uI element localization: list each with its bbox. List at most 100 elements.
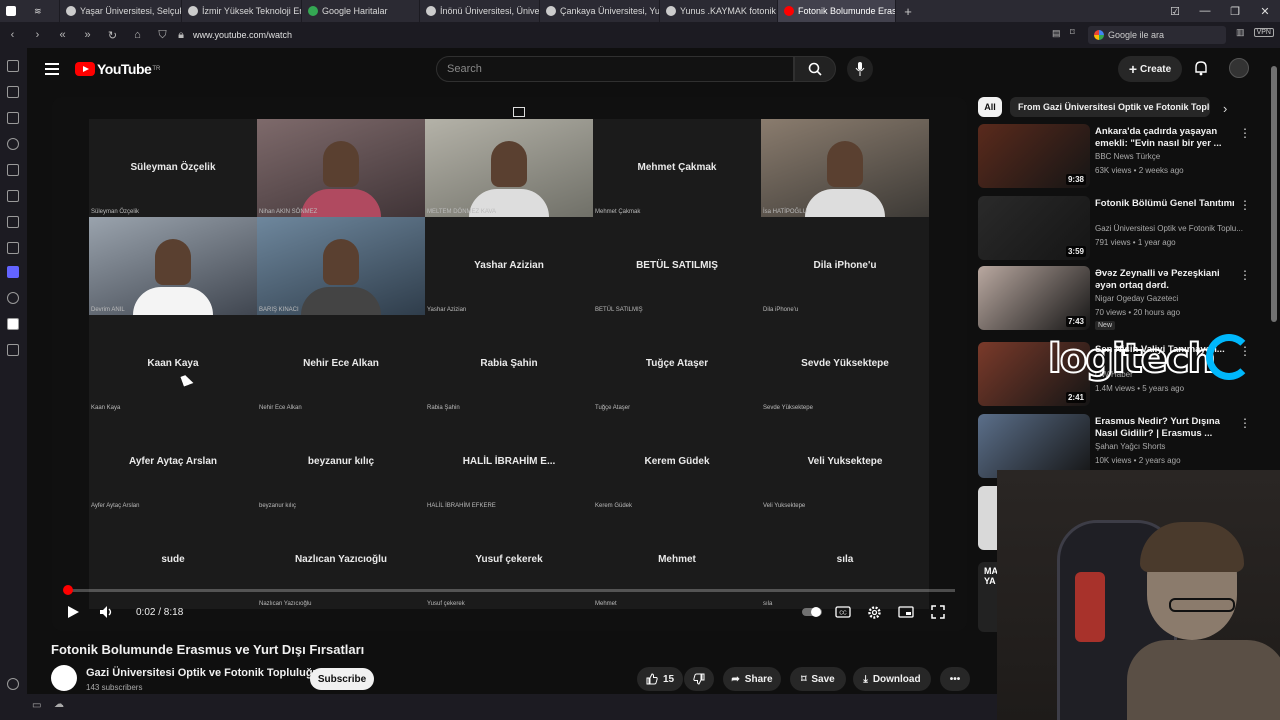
share-button[interactable]: ➦ Share [723,667,781,691]
miniplayer-icon[interactable] [897,603,915,621]
channel-name[interactable]: Gazi Üniversitesi Optik ve Fotonik Toplu… [86,667,319,679]
volume-icon[interactable] [98,603,116,621]
more-actions-button[interactable]: ••• [940,667,970,691]
bookmark-icon[interactable]: ⌑ [1070,27,1075,38]
notifications-bell-icon[interactable] [1193,60,1209,76]
voice-search-button[interactable] [847,56,873,82]
rewind-icon[interactable]: « [50,29,75,41]
fast-forward-icon[interactable]: » [75,29,100,41]
calendar-icon[interactable] [7,190,19,202]
recommended-title[interactable]: Əvəz Zeynalli və Pezeşkiani əyən ortaq d… [1095,268,1235,292]
partial-thumbnail-text[interactable]: MA YA [978,562,998,632]
video-thumbnail[interactable]: 9:38 [978,124,1090,188]
video-thumbnail[interactable]: 7:43 [978,266,1090,330]
maximize-button[interactable]: ❐ [1220,5,1250,18]
hamburger-menu-icon[interactable] [45,63,59,75]
wikipedia-icon[interactable] [7,318,19,330]
progress-scrubber[interactable] [62,585,73,595]
home-icon[interactable]: ⌂ [125,29,150,41]
video-thumbnail[interactable]: 3:59 [978,196,1090,260]
browser-tab[interactable]: Fotonik Bolumunde Erasmu [778,0,896,22]
vpn-badge[interactable]: VPN [1253,28,1274,37]
recommended-video[interactable]: 9:38 Ankara'da çadırda yaşayan emekli: "E… [978,124,1258,190]
more-vertical-icon[interactable]: ⋮ [1239,198,1251,212]
google-search-field[interactable]: Google ile ara [1088,26,1226,44]
search-button[interactable] [794,56,836,82]
add-panel-icon[interactable] [7,344,19,356]
subtitles-icon[interactable]: CC [834,603,852,621]
workspaces-icon[interactable]: ≋ [34,6,42,17]
account-avatar[interactable] [1229,58,1249,78]
cloud-icon[interactable]: ☁ [54,699,64,710]
youtube-logo[interactable]: YouTube TR [75,61,160,77]
back-icon[interactable]: ‹ [0,29,25,41]
video-thumbnail[interactable] [978,414,1090,478]
shield-icon[interactable]: ⛉ [150,29,175,42]
chip-from-channel[interactable]: From Gazi Üniversitesi Optik ve Fotonik … [1010,97,1210,117]
more-vertical-icon[interactable]: ⋮ [1239,416,1251,430]
participant-label: beyzanur kılıç [259,503,297,509]
chip-all[interactable]: All [978,97,1002,117]
browser-tab[interactable]: Çankaya Üniversitesi, Yukar [540,0,660,22]
download-button[interactable]: ⤓ Download [853,667,931,691]
tab-label: Fotonik Bolumunde Erasmu [798,6,895,16]
browser-tab[interactable]: İnönü Üniversitesi, Üniversi [420,0,540,22]
participant-label: Dila iPhone'u [763,307,799,313]
share-icon: ➦ [731,673,740,685]
forward-icon[interactable]: › [25,29,50,41]
tab-favicon-icon [784,6,794,16]
browser-menu-button[interactable]: ≋ [0,0,60,22]
recommended-video[interactable]: 7:43 Əvəz Zeynalli və Pezeşkiani əyən ort… [978,266,1258,332]
notes-icon[interactable] [7,164,19,176]
video-player[interactable]: Süleyman Özçelik Süleyman Özçelik Nihan AK… [52,97,967,631]
recommended-title[interactable]: Erasmus Nedir? Yurt Dışına Nasıl Gidilir… [1095,416,1235,440]
reader-icon[interactable]: ▤ [1052,28,1061,39]
browser-tab[interactable]: İzmir Yüksek Teknoloji Enst [182,0,302,22]
translate-icon[interactable] [7,216,19,228]
chips-next-icon[interactable]: › [1223,101,1227,116]
extensions-icon[interactable]: ☑ [1160,5,1190,18]
search-input[interactable]: Search [436,56,794,82]
panel-toggle-icon[interactable]: ▭ [32,700,41,711]
recommended-channel[interactable]: Gazi Üniversitesi Optik ve Fotonik Toplu… [1095,224,1243,233]
browser-tab[interactable]: Google Haritalar [302,0,420,22]
browser-tab[interactable]: Yaşar Üniversitesi, Selçuk Ya [60,0,182,22]
mastodon-icon[interactable] [7,266,19,278]
wallet-icon[interactable]: ▥ [1236,27,1245,38]
recommended-title[interactable]: Fotonik Bölümü Genel Tanıtımı [1095,198,1235,210]
new-tab-button[interactable]: + [896,4,920,19]
recommended-video[interactable]: 3:59 Fotonik Bölümü Genel Tanıtımı Gazi Ün… [978,196,1258,262]
channel-avatar[interactable] [51,665,77,691]
downloads-icon[interactable] [7,112,19,124]
progress-bar[interactable] [62,585,955,595]
url-field[interactable]: www.youtube.com/watch [193,30,292,40]
close-window-button[interactable]: ✕ [1250,5,1280,18]
recommended-channel[interactable]: Şahan Yağcı Shorts [1095,442,1165,451]
participant-tile: BARIŞ KINACI [257,217,425,315]
recommended-title[interactable]: Ankara'da çadırda yaşayan emekli: "Evin … [1095,126,1235,150]
scrollbar[interactable] [1271,66,1277,322]
settings-gear-icon[interactable] [865,603,883,621]
more-vertical-icon[interactable]: ⋮ [1239,126,1251,140]
browser-tab[interactable]: Yunus .KAYMAK fotonik - G [660,0,778,22]
fullscreen-icon[interactable] [929,603,947,621]
play-icon[interactable] [64,603,82,621]
autoplay-toggle[interactable] [800,603,824,621]
reload-icon[interactable]: ↻ [100,29,125,42]
reader-list-icon[interactable] [7,86,19,98]
subscribe-button[interactable]: Subscribe [310,668,374,690]
create-button[interactable]: + Create [1118,56,1182,82]
more-vertical-icon[interactable]: ⋮ [1239,268,1251,282]
settings-icon[interactable] [7,678,19,690]
dislike-button[interactable] [684,667,714,691]
web-panel-icon[interactable] [7,292,19,304]
like-button[interactable]: 15 [637,667,683,691]
save-button[interactable]: ⌑ Save [790,667,846,691]
partial-thumbnail[interactable] [978,486,998,550]
recommended-channel[interactable]: BBC News Türkçe [1095,152,1160,161]
pinboard-icon[interactable] [7,60,19,72]
history-icon[interactable] [7,138,19,150]
chat-icon[interactable] [7,242,19,254]
recommended-channel[interactable]: Nigar Ogeday Gazeteci [1095,294,1178,303]
minimize-button[interactable]: — [1190,5,1220,17]
